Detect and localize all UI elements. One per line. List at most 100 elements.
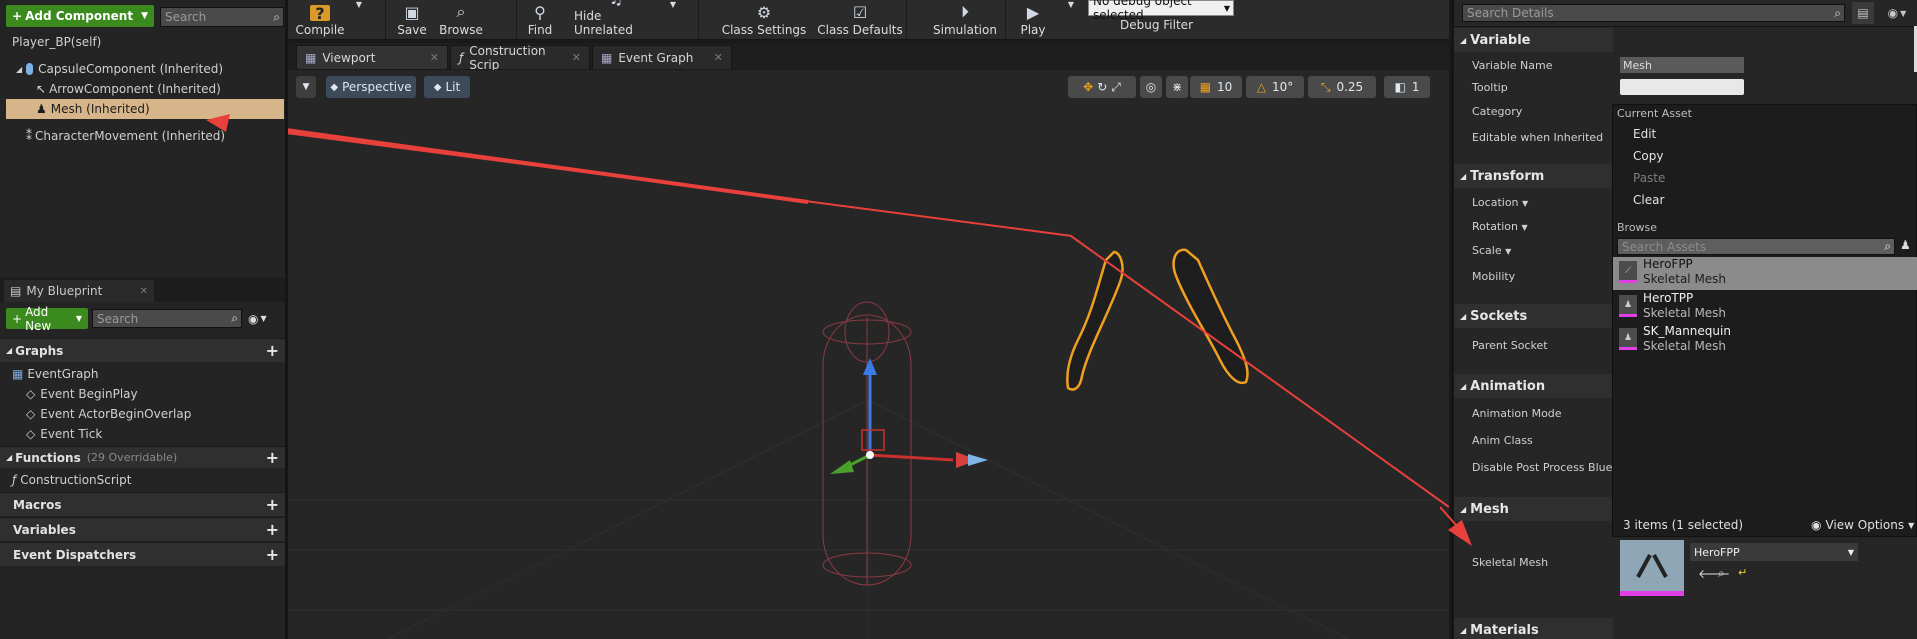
event-overlap-item[interactable]: ◇ Event ActorBeginOverlap: [26, 404, 282, 424]
property-matrix-button[interactable]: ▤: [1852, 2, 1874, 24]
event-tick-item[interactable]: ◇ Event Tick: [26, 424, 282, 444]
transform-section[interactable]: ◢ Transform: [1454, 164, 1613, 188]
location-dropdown[interactable]: Location ▼: [1472, 196, 1528, 209]
collapse-icon[interactable]: ◢: [1460, 312, 1466, 321]
perspective-button[interactable]: ◆ Perspective: [326, 76, 416, 98]
functions-section[interactable]: ◢ Functions (29 Overridable) +: [0, 446, 285, 468]
blueprint-search-input[interactable]: Search ⌕: [92, 309, 242, 328]
arrow-label: ArrowComponent (Inherited): [49, 82, 221, 96]
reset-icon[interactable]: ↵: [1738, 566, 1747, 579]
macros-section[interactable]: Macros +: [0, 492, 285, 516]
dispatchers-section[interactable]: Event Dispatchers +: [0, 542, 285, 566]
paste-menu-item[interactable]: Paste: [1633, 171, 1665, 185]
simulation-button[interactable]: ⏵ Simulation: [920, 0, 1010, 40]
variables-section[interactable]: Variables +: [0, 517, 285, 541]
my-blueprint-tab[interactable]: ▤ My Blueprint ✕: [4, 280, 154, 302]
rotation-dropdown[interactable]: Rotation ▼: [1472, 220, 1528, 233]
find-button[interactable]: ⚲ Find: [524, 0, 556, 40]
details-search-input[interactable]: Search Details ⌕: [1462, 4, 1845, 22]
functions-label: Functions: [15, 450, 81, 465]
collapse-icon[interactable]: ◢: [1460, 626, 1466, 635]
view-options-dropdown[interactable]: ◉ View Options ▼: [1811, 518, 1914, 532]
use-selected-arrow-icon[interactable]: 🡐: [1698, 566, 1730, 581]
view-options-button[interactable]: ◉ ▼: [1878, 2, 1916, 24]
variable-name-field[interactable]: Mesh: [1620, 57, 1744, 73]
add-function-icon[interactable]: +: [266, 448, 279, 467]
add-variable-icon[interactable]: +: [266, 520, 279, 539]
close-icon[interactable]: ✕: [140, 286, 148, 297]
collapse-icon[interactable]: ◢: [1460, 36, 1466, 45]
scale-icon[interactable]: ⤢: [1111, 80, 1121, 95]
add-macro-icon[interactable]: +: [266, 495, 279, 514]
construction-script-item[interactable]: ƒ ConstructionScript: [12, 470, 282, 490]
collapse-icon[interactable]: ◢: [6, 453, 12, 462]
hide-unrelated-button[interactable]: ♫ Hide Unrelated: [574, 0, 658, 40]
surface-snap-toggle[interactable]: ⋇: [1166, 76, 1188, 98]
save-button[interactable]: ▣ Save: [392, 0, 432, 40]
play-options-dropdown[interactable]: ▼: [1064, 0, 1078, 40]
event-graph-item[interactable]: ▦ EventGraph: [12, 364, 282, 384]
component-root[interactable]: Player_BP(self): [0, 32, 284, 52]
debug-object-select[interactable]: No debug object selected ▼: [1088, 0, 1234, 22]
play-button[interactable]: ▶ Play: [1010, 0, 1056, 40]
add-component-label: Add Component: [25, 9, 134, 23]
viewport-options-button[interactable]: ▼: [296, 76, 316, 98]
materials-section[interactable]: ◢ Materials: [1454, 618, 1613, 639]
visibility-options-button[interactable]: ◉ ▼: [248, 309, 278, 328]
add-graph-icon[interactable]: +: [266, 341, 279, 360]
viewport[interactable]: ▼ ◆ Perspective ◆ Lit ✥ ↻ ⤢ ◎ ⋇ ▦ 10 △ 1…: [288, 70, 1449, 639]
collapse-icon[interactable]: ◢: [1460, 382, 1466, 391]
hide-unrelated-dropdown[interactable]: ▼: [666, 0, 680, 40]
copy-menu-item[interactable]: Copy: [1633, 149, 1663, 163]
asset-row-sk-mannequin[interactable]: ♟ SK_Mannequin Skeletal Mesh: [1613, 324, 1917, 357]
collapse-icon[interactable]: ◢: [1460, 172, 1466, 181]
component-mesh[interactable]: ♟ Mesh (Inherited): [6, 99, 284, 119]
asset-search-input[interactable]: Search Assets ⌕: [1617, 238, 1895, 255]
expand-arrow-icon[interactable]: ◢: [16, 65, 22, 74]
clear-menu-item[interactable]: Clear: [1633, 193, 1664, 207]
camera-speed-control[interactable]: ◧ 1: [1384, 76, 1430, 98]
graph-icon: ▦: [12, 367, 24, 381]
world-local-toggle[interactable]: ◎: [1140, 76, 1162, 98]
class-settings-button[interactable]: ⚙ Class Settings: [714, 0, 814, 40]
rotate-icon[interactable]: ↻: [1097, 80, 1107, 94]
component-movement[interactable]: ⁑ CharacterMovement (Inherited): [0, 126, 284, 146]
tab-construction-script[interactable]: ƒ Construction Scrip ✕: [450, 44, 590, 72]
class-defaults-button[interactable]: ☑ Class Defaults: [810, 0, 910, 40]
browse-magnifier-icon[interactable]: ⌕: [1718, 566, 1725, 581]
asset-row-herofpp[interactable]: ⟋ HeroFPP Skeletal Mesh: [1613, 257, 1917, 290]
grid-snap-control[interactable]: ▦ 10: [1190, 76, 1242, 98]
add-dispatcher-icon[interactable]: +: [266, 545, 279, 564]
skeletal-mesh-combo[interactable]: HeroFPP ▼: [1690, 543, 1858, 561]
asset-row-herotpp[interactable]: ♟ HeroTPP Skeletal Mesh: [1613, 291, 1917, 324]
animation-section[interactable]: ◢ Animation: [1454, 374, 1613, 398]
transform-mode-group[interactable]: ✥ ↻ ⤢: [1068, 76, 1136, 98]
graphs-section[interactable]: ◢ Graphs +: [0, 338, 285, 362]
component-search-input[interactable]: Search ⌕: [160, 7, 284, 27]
compile-button[interactable]: ? Compile: [295, 0, 344, 40]
component-arrow[interactable]: ↖ ArrowComponent (Inherited): [0, 79, 284, 99]
lit-button[interactable]: ◆ Lit: [424, 76, 470, 98]
tooltip-field[interactable]: [1620, 79, 1744, 95]
close-icon[interactable]: ✕: [714, 51, 723, 64]
skeletal-mesh-thumbnail[interactable]: [1620, 540, 1684, 596]
close-icon[interactable]: ✕: [572, 51, 581, 64]
sockets-section[interactable]: ◢ Sockets: [1454, 304, 1613, 328]
event-beginplay-item[interactable]: ◇ Event BeginPlay: [26, 384, 282, 404]
add-new-button[interactable]: + Add New ▼: [6, 305, 88, 333]
add-component-button[interactable]: + Add Component ▼: [6, 5, 154, 27]
variable-section[interactable]: ◢ Variable: [1454, 28, 1613, 52]
scale-snap-control[interactable]: ⤡ 0.25: [1308, 76, 1376, 98]
tab-event-graph[interactable]: ▦ Event Graph ✕: [592, 45, 732, 69]
scale-dropdown[interactable]: Scale ▼: [1472, 244, 1511, 257]
tab-viewport[interactable]: ▦ Viewport ✕: [296, 45, 448, 69]
component-capsule[interactable]: ◢ CapsuleComponent (Inherited): [0, 59, 284, 79]
close-icon[interactable]: ✕: [430, 51, 439, 64]
translate-icon[interactable]: ✥: [1083, 80, 1093, 94]
compile-options-dropdown[interactable]: ▼: [352, 0, 366, 40]
user-filter-icon[interactable]: ♟: [1900, 238, 1911, 252]
browse-button[interactable]: ⌕ Browse: [438, 0, 484, 40]
collapse-icon[interactable]: ◢: [6, 346, 12, 355]
edit-menu-item[interactable]: Edit: [1633, 127, 1656, 141]
rotation-snap-control[interactable]: △ 10°: [1246, 76, 1304, 98]
